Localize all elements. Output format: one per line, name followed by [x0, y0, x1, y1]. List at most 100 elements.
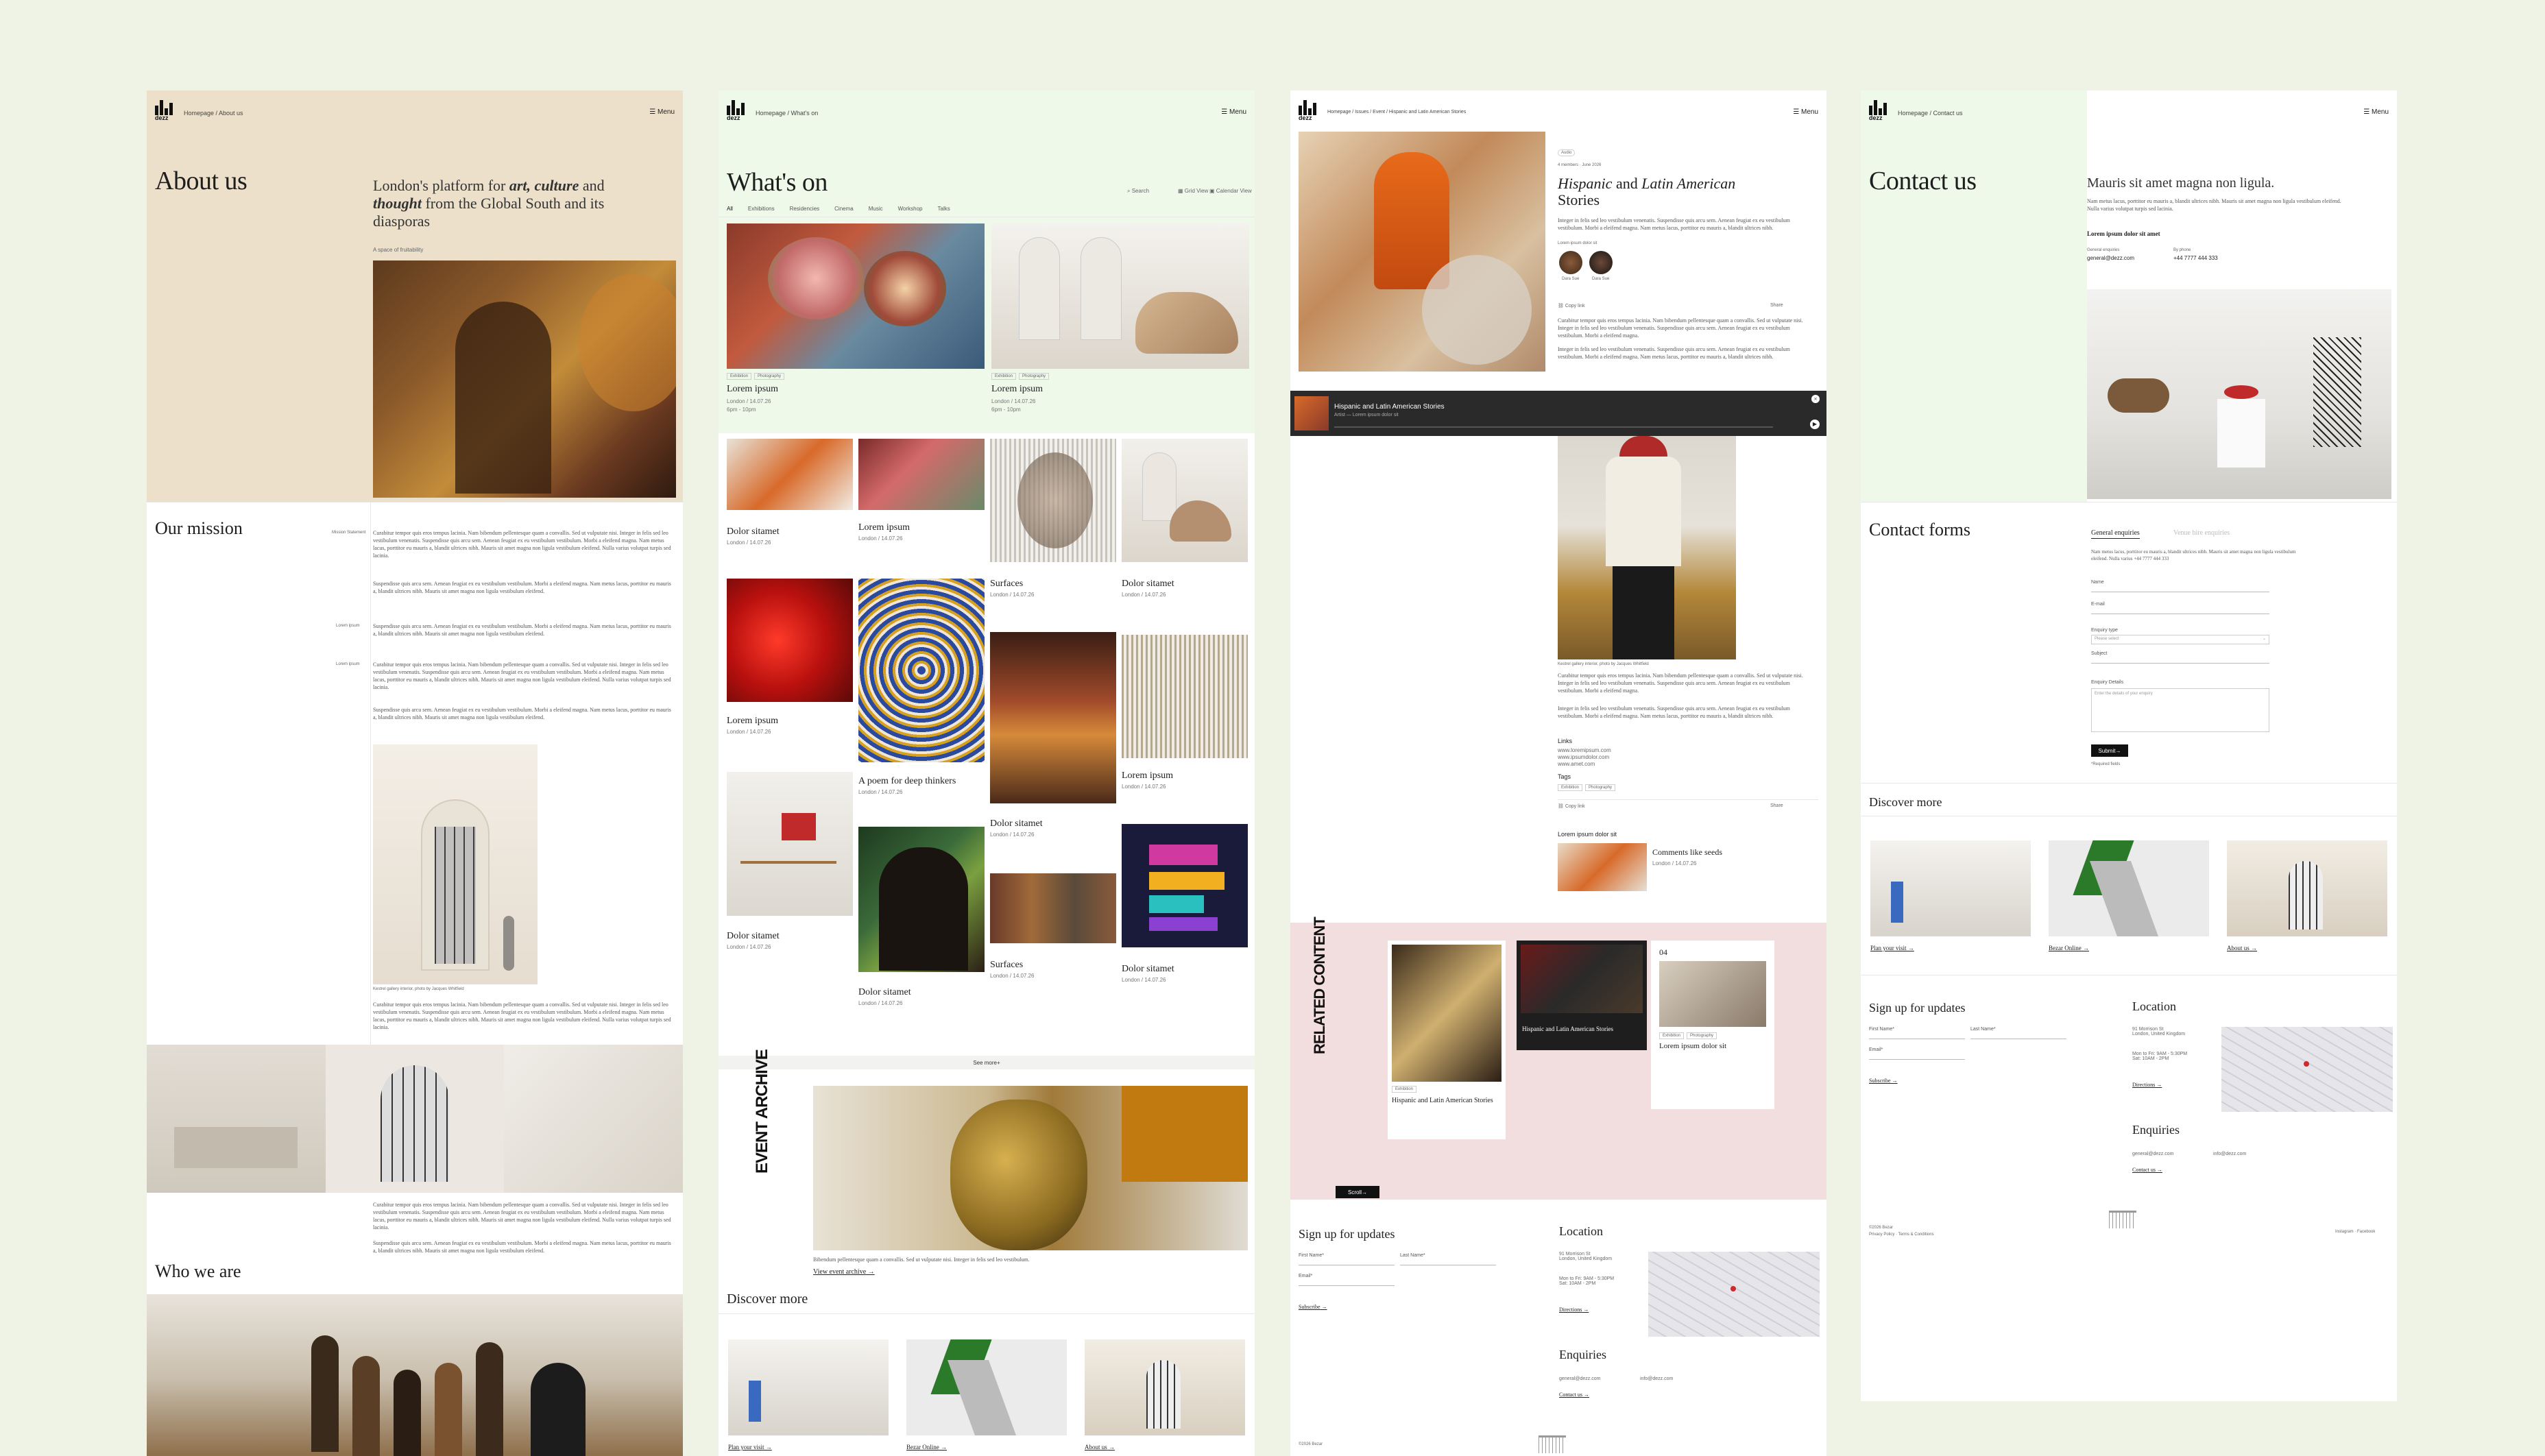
event-image[interactable] — [727, 772, 853, 916]
event-image[interactable] — [727, 439, 853, 510]
menu-button[interactable]: ☰ Menu — [1793, 108, 1818, 116]
copy-link-button[interactable]: ⛓ Copy link — [1558, 303, 1585, 308]
event-title[interactable]: Lorem ipsum — [1122, 771, 1173, 781]
event-title[interactable]: Lorem ipsum — [727, 384, 778, 395]
event-title[interactable]: Lorem ipsum — [858, 522, 910, 533]
share-button[interactable]: Share — [1770, 303, 1783, 308]
related-card[interactable]: Hispanic and Latin American Stories — [1517, 941, 1647, 1050]
email-field[interactable]: Email* — [1869, 1047, 1965, 1060]
tab-cinema[interactable]: Cinema — [834, 206, 854, 212]
enquiries-email[interactable]: general@dezz.com — [1559, 1376, 1600, 1381]
see-more-bar[interactable]: See more + — [719, 1056, 1255, 1069]
close-icon[interactable]: × — [1811, 395, 1820, 403]
event-image[interactable] — [990, 439, 1116, 562]
external-link[interactable]: www.amet.com — [1558, 761, 1595, 767]
email-field[interactable]: Email* — [1299, 1274, 1395, 1286]
tab-workshop[interactable]: Workshop — [898, 206, 923, 212]
event-title[interactable]: Lorem ipsum — [991, 384, 1043, 395]
tag[interactable]: Photography — [1687, 1032, 1717, 1039]
phone-number[interactable]: +44 7777 444 333 — [2173, 255, 2218, 261]
discover-link[interactable]: Bezar Online → — [2049, 945, 2089, 951]
related-image[interactable] — [1558, 843, 1647, 891]
menu-button[interactable]: ☰ Menu — [649, 108, 675, 116]
contact-us-link[interactable]: Contact us → — [1559, 1392, 1589, 1398]
event-title[interactable]: Lorem ipsum — [727, 716, 778, 727]
submit-button[interactable]: Submit → — [2091, 744, 2128, 757]
archive-image[interactable] — [813, 1086, 1248, 1250]
related-card[interactable]: 04 Exhibition Photography Lorem ipsum dol… — [1651, 941, 1774, 1109]
first-name-field[interactable]: First Name* — [1869, 1027, 1965, 1039]
event-title[interactable]: Dolor sitamet — [1122, 579, 1174, 590]
logo[interactable]: dezz — [727, 100, 750, 125]
directions-link[interactable]: Directions → — [2132, 1082, 2162, 1088]
breadcrumb[interactable]: Homepage / What's on — [756, 110, 818, 117]
event-image[interactable] — [858, 439, 985, 510]
event-image[interactable] — [990, 873, 1116, 943]
event-image[interactable] — [1122, 439, 1248, 562]
subscribe-link[interactable]: Subscribe → — [1299, 1304, 1327, 1310]
share-button[interactable]: Share — [1770, 803, 1783, 808]
audio-player[interactable]: Hispanic and Latin American Stories Arti… — [1290, 391, 1826, 436]
tab-residencies[interactable]: Residencies — [790, 206, 820, 212]
event-title[interactable]: Dolor sitamet — [1122, 964, 1174, 975]
breadcrumb[interactable]: Homepage / Contact us — [1898, 110, 1963, 117]
general-enquiries-email[interactable]: general@dezz.com — [2087, 255, 2134, 261]
related-card[interactable]: Exhibition Hispanic and Latin American S… — [1388, 941, 1506, 1139]
event-title[interactable]: Dolor sitamet — [990, 818, 1043, 829]
menu-button[interactable]: ☰ Menu — [2363, 108, 2389, 116]
player-progress[interactable] — [1334, 426, 1773, 428]
location-map[interactable] — [2221, 1027, 2393, 1112]
scroll-button[interactable]: Scroll → — [1336, 1186, 1379, 1198]
discover-image[interactable] — [2227, 840, 2387, 936]
event-image[interactable] — [1122, 635, 1248, 758]
event-title[interactable]: Dolor sitamet — [727, 931, 780, 942]
discover-link[interactable]: About us → — [2227, 945, 2257, 951]
menu-button[interactable]: ☰ Menu — [1221, 108, 1246, 116]
external-link[interactable]: www.ipsumdolor.com — [1558, 754, 1609, 760]
logo[interactable]: dezz — [155, 100, 178, 125]
discover-link[interactable]: Plan your visit → — [1870, 945, 1914, 951]
tag[interactable]: Exhibition — [1558, 784, 1583, 791]
location-map[interactable] — [1648, 1252, 1820, 1337]
tag[interactable]: Photography — [754, 373, 785, 380]
tab-all[interactable]: All — [727, 206, 733, 212]
play-icon[interactable]: ▶ — [1810, 420, 1820, 429]
logo[interactable]: dezz — [1869, 100, 1892, 125]
last-name-field[interactable]: Last Name* — [1400, 1253, 1496, 1265]
event-image[interactable] — [858, 827, 985, 972]
subject-field[interactable]: Subject — [2091, 651, 2269, 664]
info-email[interactable]: info@dezz.com — [2213, 1152, 2246, 1156]
avatar[interactable] — [1559, 251, 1582, 274]
event-image[interactable] — [1122, 824, 1248, 947]
details-textarea[interactable]: Enter the details of your enquiry — [2091, 688, 2269, 732]
email-field[interactable]: E-mail — [2091, 602, 2269, 614]
enquiries-email[interactable]: general@dezz.com — [2132, 1152, 2173, 1156]
tag[interactable]: Exhibition — [1659, 1032, 1685, 1039]
discover-image[interactable] — [728, 1339, 889, 1435]
form-tab-venue[interactable]: Venue hire enquiries — [2173, 529, 2230, 537]
tag[interactable]: Exhibition — [1392, 1086, 1417, 1093]
copy-link-button[interactable]: ⛓ Copy link — [1558, 803, 1585, 809]
event-title[interactable]: Dolor sitamet — [727, 526, 780, 537]
event-title[interactable]: Surfaces — [990, 960, 1023, 971]
tag[interactable]: Exhibition — [727, 373, 752, 380]
tab-exhibitions[interactable]: Exhibitions — [748, 206, 775, 212]
avatar[interactable] — [1589, 251, 1613, 274]
event-image[interactable] — [727, 579, 853, 702]
discover-image[interactable] — [1870, 840, 2031, 936]
directions-link[interactable]: Directions → — [1559, 1307, 1589, 1313]
discover-image[interactable] — [906, 1339, 1067, 1435]
event-image[interactable] — [991, 223, 1249, 369]
tag[interactable]: Photography — [1585, 784, 1616, 791]
legal-links[interactable]: Privacy Policy · Terms & Conditions — [1869, 1233, 1934, 1237]
contact-us-link[interactable]: Contact us → — [2132, 1167, 2162, 1173]
name-field[interactable]: Name — [2091, 580, 2269, 592]
info-email[interactable]: info@dezz.com — [1640, 1376, 1673, 1381]
event-title[interactable]: Surfaces — [990, 579, 1023, 590]
form-tab-general[interactable]: General enquiries — [2091, 529, 2140, 539]
last-name-field[interactable]: Last Name* — [1970, 1027, 2066, 1039]
event-title[interactable]: A poem for deep thinkers — [858, 776, 956, 787]
tag[interactable]: Photography — [1019, 373, 1050, 380]
event-title[interactable]: Dolor sitamet — [858, 987, 911, 998]
archive-link[interactable]: View event archive → — [813, 1268, 875, 1276]
